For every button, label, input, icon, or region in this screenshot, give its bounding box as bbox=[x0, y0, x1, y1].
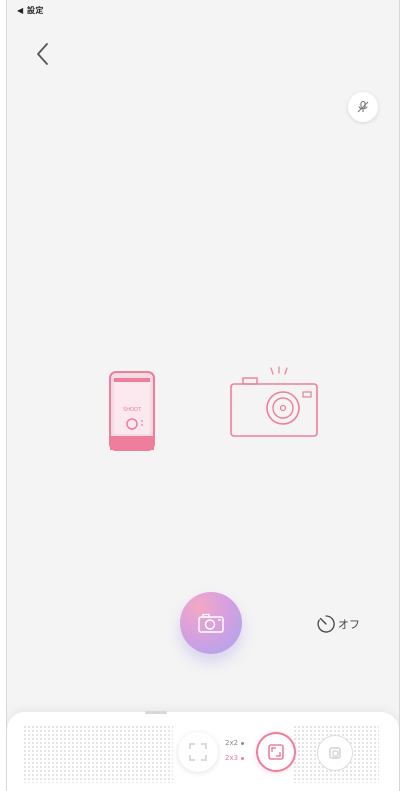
chevron-left-icon bbox=[37, 43, 48, 65]
size-option-2x2[interactable]: 2x2 bbox=[225, 736, 245, 751]
frame-mode-icon bbox=[189, 743, 207, 761]
status-back-app-label[interactable]: ◀ 設定 bbox=[17, 5, 44, 16]
timer-label: オフ bbox=[338, 618, 360, 631]
back-button[interactable] bbox=[27, 36, 57, 72]
mic-off-icon bbox=[357, 100, 369, 113]
shutter-button[interactable] bbox=[180, 592, 242, 654]
timer-icon bbox=[317, 615, 335, 633]
copy-mode-icon bbox=[329, 747, 341, 759]
size-option-2x3-dot bbox=[241, 757, 245, 760]
size-option-2x3-label: 2x3 bbox=[225, 754, 239, 762]
grid-mode-button[interactable] bbox=[256, 732, 296, 772]
timer-toggle[interactable]: オフ bbox=[316, 614, 360, 634]
frame-mode-button[interactable] bbox=[178, 732, 218, 772]
mic-toggle-button[interactable] bbox=[348, 92, 378, 122]
app-screen: ◀ 設定 SHOOT オフ 2x2 2x3 bbox=[6, 0, 400, 791]
size-options[interactable]: 2x2 2x3 bbox=[225, 736, 245, 766]
tray-drag-handle[interactable] bbox=[145, 711, 167, 714]
copy-mode-button[interactable] bbox=[317, 735, 353, 771]
tray-dot-pattern-left bbox=[23, 725, 173, 783]
size-option-2x3[interactable]: 2x3 bbox=[225, 751, 245, 766]
size-option-2x2-label: 2x2 bbox=[225, 739, 239, 747]
camera-icon bbox=[198, 613, 224, 633]
grid-mode-icon bbox=[268, 744, 284, 760]
size-option-2x2-dot bbox=[241, 742, 245, 745]
camera-illustration bbox=[230, 366, 318, 437]
phone-illustration-text: SHOOT bbox=[123, 407, 142, 413]
phone-illustration: SHOOT bbox=[109, 371, 155, 451]
